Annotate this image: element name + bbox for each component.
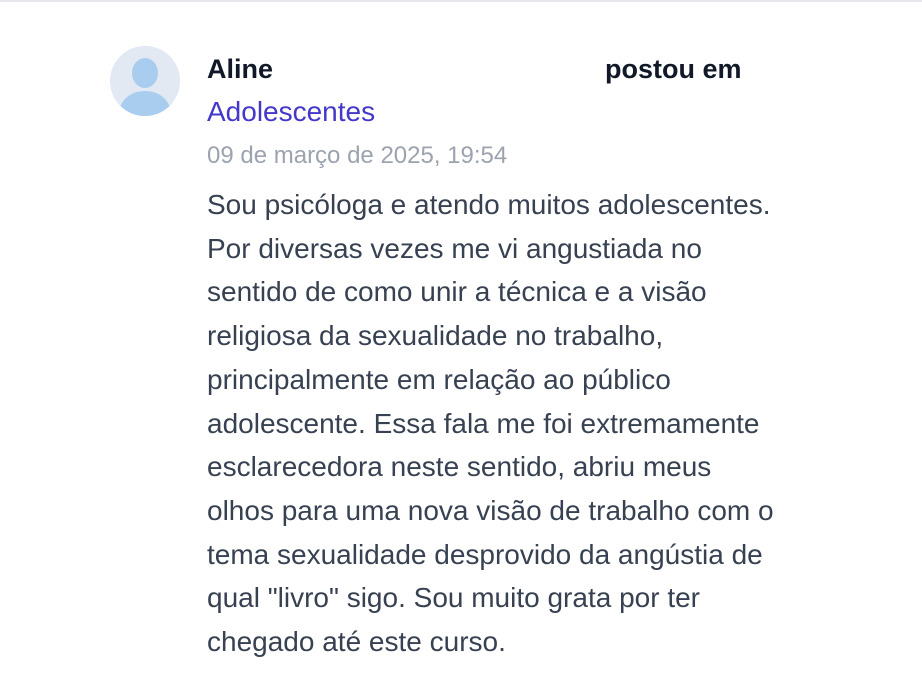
comment-header: Aline postou em: [207, 48, 897, 90]
comment-body: Sou psicóloga e atendo muitos adolescent…: [207, 189, 774, 658]
group-link[interactable]: Adolescentes: [207, 90, 897, 134]
timestamp: 09 de março de 2025, 19:54: [207, 142, 508, 169]
activity-comment: Aline postou em Adolescentes 09 de março…: [0, 0, 922, 694]
user-silhouette-icon: [110, 46, 180, 116]
activity-action-text: postou em: [605, 54, 742, 84]
author-name[interactable]: Aline: [207, 48, 273, 90]
comment-content: Aline postou em Adolescentes 09 de março…: [207, 48, 897, 664]
avatar[interactable]: [110, 46, 180, 116]
